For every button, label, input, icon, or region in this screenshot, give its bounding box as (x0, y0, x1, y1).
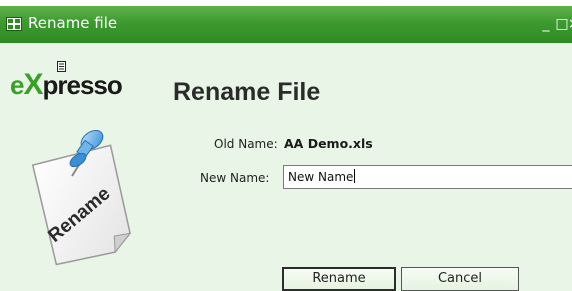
close-button[interactable]: × (568, 15, 572, 33)
new-name-input-text: New Name (288, 170, 354, 184)
expresso-logo: eXpresso (10, 68, 123, 108)
text-caret (354, 169, 356, 183)
minimize-button[interactable]: _ (538, 15, 554, 33)
old-name-value: AA Demo.xls (284, 136, 373, 151)
app-icon (6, 17, 22, 31)
logo-letter-x: X (23, 68, 43, 101)
window-title: Rename file (28, 14, 118, 32)
new-name-input[interactable]: New Name (283, 165, 572, 189)
rename-note-icon: Rename (31, 129, 132, 266)
document-icon (57, 61, 66, 72)
cancel-button[interactable]: Cancel (401, 267, 519, 291)
old-name-label: Old Name: (214, 137, 278, 151)
title-bar[interactable]: Rename file _ □ × (0, 6, 572, 43)
rename-file-window: Rename file _ □ × eXpresso Rename File R… (0, 6, 572, 291)
new-name-label: New Name: (200, 171, 270, 185)
rename-button[interactable]: Rename (282, 267, 396, 291)
logo-text-rest: presso (42, 70, 122, 100)
page-title: Rename File (173, 78, 321, 106)
logo-letter-e: e (10, 70, 25, 100)
